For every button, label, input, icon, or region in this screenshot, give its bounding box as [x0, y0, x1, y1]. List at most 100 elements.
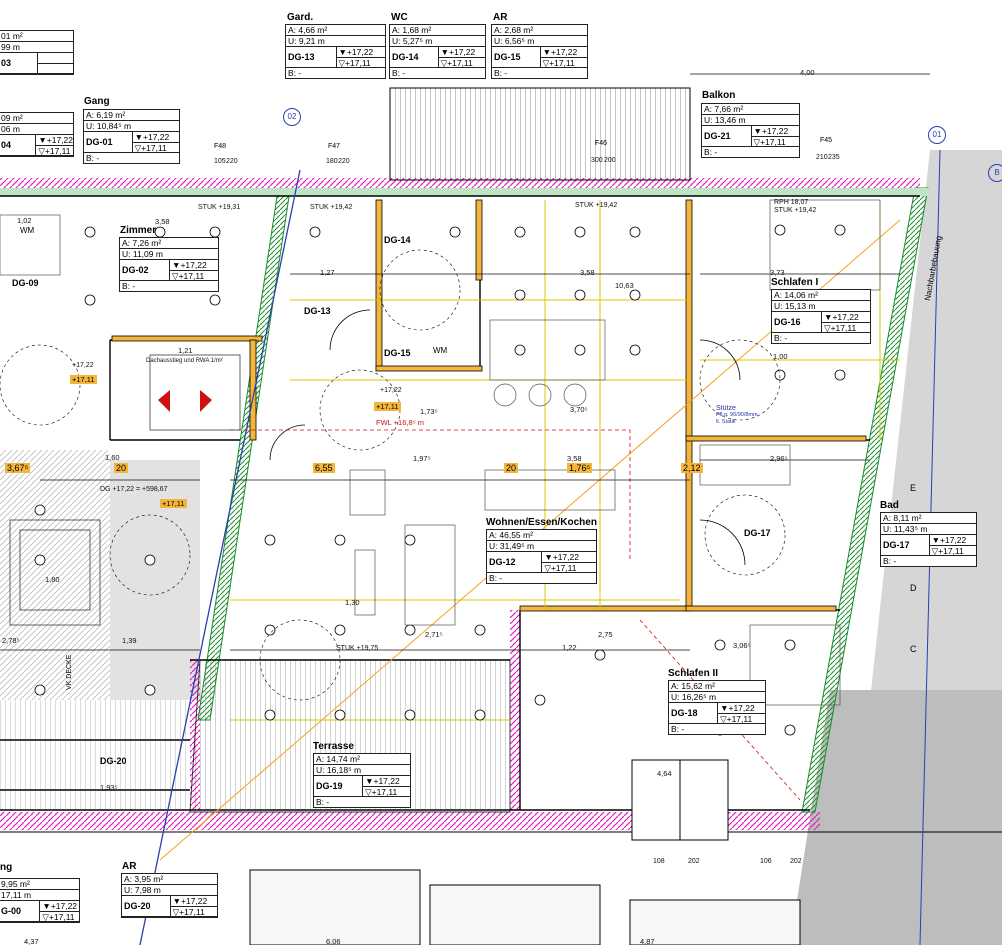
- window-f45: F45: [820, 137, 833, 144]
- red-triangle-2: [200, 390, 212, 412]
- room-title-left-bottom: ng: [0, 862, 13, 873]
- level-top: ▼+17,22: [542, 552, 596, 563]
- room-b: B: -: [392, 68, 406, 78]
- window-bottom-3: 106: [760, 858, 772, 865]
- room-area: A: 7,26 m²: [120, 238, 218, 249]
- level-top: ▼+17,22: [170, 260, 218, 271]
- dim-278: 2,78⁵: [2, 636, 20, 645]
- window-f47-height-2: 220: [338, 158, 350, 165]
- roof-hatch-label: Dachausstieg und RWA 1/m²: [146, 358, 223, 364]
- room-code: DG-14: [390, 47, 439, 67]
- room-b: B: -: [704, 147, 718, 157]
- room-stamp-left-bottom: 9,95 m² 17,11 m G-00 ▼+17,22 ▽+17,11: [0, 878, 80, 923]
- room-code: DG-16: [772, 312, 823, 332]
- level-top: ▼+17,22: [540, 47, 587, 58]
- tag-20-left: 20: [114, 463, 129, 473]
- dim-400: 4,00: [800, 68, 815, 77]
- rph-stuk: STUK +19,42: [774, 207, 817, 214]
- room-area: A: 7,66 m²: [702, 104, 799, 115]
- room-b: B: -: [774, 333, 788, 343]
- level-top: ▼+17,22: [929, 535, 976, 546]
- room-perimeter: U: 31,49⁵ m: [487, 541, 596, 552]
- room-code: G-00: [0, 901, 41, 921]
- room-title-balkon: Balkon: [702, 90, 736, 101]
- grid-axis-01: 01: [928, 126, 946, 144]
- room-title-bad: Bad: [880, 500, 899, 511]
- level-top: ▼+17,22: [363, 776, 410, 787]
- green-top: [0, 188, 930, 196]
- dim-370: 3,70⁵: [570, 405, 588, 414]
- left-bottom-stripes: [0, 700, 190, 810]
- window-f45-height-2: 235: [828, 154, 840, 161]
- window-f47: F47: [328, 143, 341, 150]
- room-stamp-schlafen-1: A: 14,06 m² U: 15,13 m DG-16 ▼+17,22 ▽+17,…: [771, 289, 871, 344]
- tag-655: 6,55: [313, 463, 335, 473]
- room-stamp-balkon: A: 7,66 m² U: 13,46 m DG-21 ▼+17,22 ▽+17,1…: [701, 103, 800, 158]
- level-top: ▼+17,22: [718, 703, 765, 714]
- window-f45-height-1: 210: [816, 154, 828, 161]
- dim-464: 4,64: [657, 769, 672, 778]
- level-top: ▼+17,22: [40, 901, 79, 912]
- room-code: 03: [0, 53, 38, 73]
- tag-dg15: DG-15: [384, 348, 411, 358]
- window-bottom-4: 202: [790, 858, 802, 865]
- facade-terrace-right: [510, 610, 520, 810]
- room-b: B: -: [489, 573, 503, 583]
- ceiling-height-3: STUK +19,42: [575, 202, 618, 209]
- room-stamp-wc: A: 1,68 m² U: 5,27⁵ m DG-14 ▼+17,22 ▽+17,1…: [389, 24, 486, 79]
- room-code: DG-20: [122, 896, 171, 916]
- room-perimeter: 99 m: [0, 42, 73, 53]
- room-stamp-gang: A: 6,19 m² U: 10,84⁵ m DG-01 ▼+17,22 ▽+17,…: [83, 109, 180, 164]
- tag-wm-right: WM: [433, 346, 448, 355]
- room-b: B: -: [883, 556, 897, 566]
- window-bottom-2: 202: [688, 858, 700, 865]
- dim-139: 1,39: [122, 636, 137, 645]
- fwl-level: FWL +16,8⁵ m: [376, 418, 425, 427]
- level-bottom: ▽+17,11: [542, 58, 575, 68]
- room-perimeter: U: 10,84⁵ m: [84, 121, 179, 132]
- dim-130: 1,30: [345, 598, 360, 607]
- dim-306: 3,06⁵: [733, 641, 751, 650]
- level-bottom: ▽+17,11: [38, 146, 71, 156]
- window-f48-height-2: 220: [226, 158, 238, 165]
- ceiling-height-5: STUK +19,75: [336, 645, 379, 652]
- room-stamp-ar: A: 2,68 m² U: 6,56⁵ m DG-15 ▼+17,22 ▽+17,1…: [491, 24, 588, 79]
- red-triangle-1: [158, 390, 170, 412]
- room-perimeter: U: 16,18⁵ m: [314, 765, 410, 776]
- room-stamp-left-top: 01 m² 99 m 03: [0, 30, 74, 75]
- dim-296: 2,96⁵: [770, 454, 788, 463]
- room-title-zimmer: Zimmer: [120, 225, 157, 236]
- room-stamp-gard: A: 4,66 m² U: 9,21 m DG-13 ▼+17,22 ▽+17,11…: [285, 24, 386, 79]
- room-code: DG-21: [702, 126, 752, 146]
- dim-173: 1,73⁵: [420, 407, 438, 416]
- grid-axis-c: C: [910, 644, 917, 654]
- vk-decke-label: VK DECKE: [66, 654, 73, 690]
- dim-275: 2,75: [598, 630, 613, 639]
- rph-level: RPH 18,07: [774, 199, 809, 206]
- room-perimeter: U: 16,26⁵ m: [669, 692, 765, 703]
- dim-100: 1,00: [773, 352, 788, 361]
- level-bottom: ▽+17,11: [753, 137, 786, 147]
- balcony-deck: [389, 87, 691, 181]
- level-top: ▼+17,22: [132, 132, 179, 143]
- room-stamp-left-mid: 09 m² 06 m 04 ▼+17,22 ▽+17,11: [0, 112, 74, 157]
- level-bottom: ▽+17,11: [824, 323, 857, 333]
- room-code: DG-02: [120, 260, 171, 280]
- room-code: DG-12: [487, 552, 543, 572]
- column-label: Stütze: [716, 405, 736, 412]
- tag-367: 3,67⁵: [5, 463, 31, 473]
- room-title-ar: AR: [493, 12, 508, 23]
- column-spec: Pfl.q. 90/90/8mm: [716, 412, 758, 418]
- level-top: ▼+17,22: [822, 312, 870, 323]
- left-gray-area: [110, 460, 200, 700]
- room-area: A: 46,55 m²: [487, 530, 596, 541]
- room-title-gang: Gang: [84, 96, 110, 107]
- room-code: DG-01: [84, 132, 133, 152]
- level-tag-1722: +17,22: [380, 387, 402, 394]
- dim-193: 1,93⁵: [100, 783, 118, 792]
- level-bottom: ▽+17,11: [172, 907, 205, 917]
- column-statik: lt. Statik: [716, 419, 736, 425]
- room-area: A: 6,19 m²: [84, 110, 179, 121]
- room-code: DG-15: [492, 47, 541, 67]
- tag-dg14: DG-14: [384, 235, 411, 245]
